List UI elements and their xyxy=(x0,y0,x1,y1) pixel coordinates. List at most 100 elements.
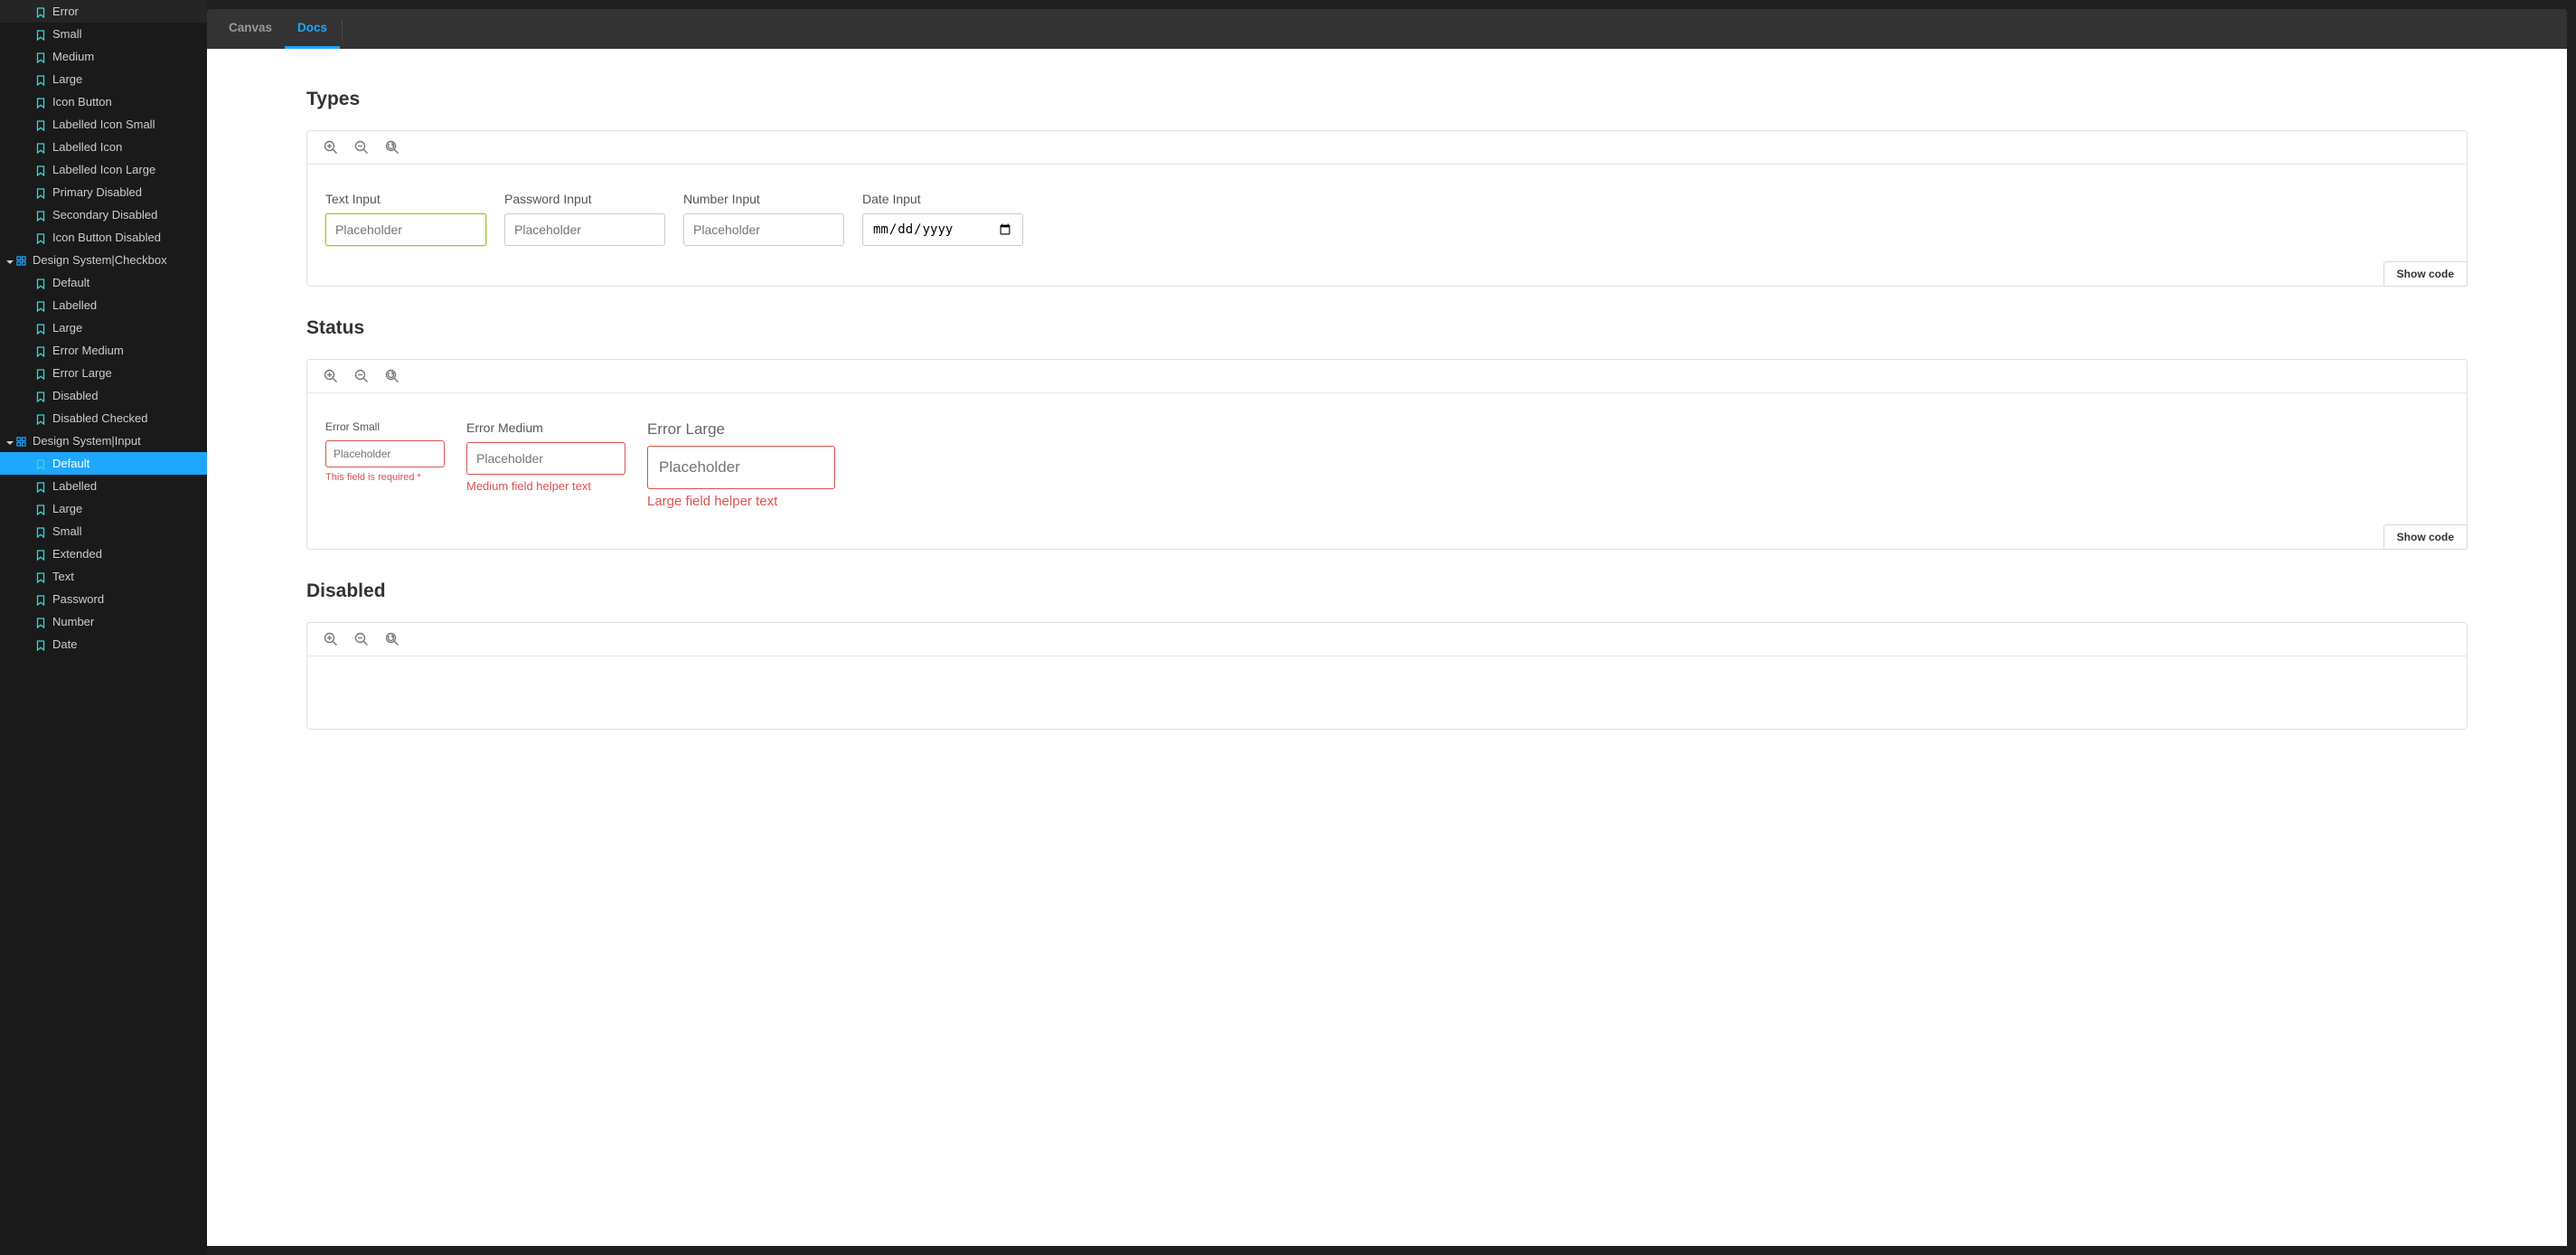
preview-card-types: Text Input Password Input Number Input D… xyxy=(306,130,2468,287)
zoom-out-icon[interactable] xyxy=(354,140,369,155)
sidebar-item[interactable]: Disabled xyxy=(0,384,207,407)
sidebar-item-label: Number xyxy=(52,615,94,628)
sidebar-item-label: Error xyxy=(52,5,79,18)
sidebar-item-label: Date xyxy=(52,637,77,651)
sidebar-item[interactable]: Error Large xyxy=(0,362,207,384)
sidebar-item[interactable]: Disabled Checked xyxy=(0,407,207,429)
zoom-in-icon[interactable] xyxy=(324,140,338,155)
sidebar-item-label: Default xyxy=(52,457,89,470)
story-icon xyxy=(36,30,45,39)
tab-canvas[interactable]: Canvas xyxy=(216,9,285,49)
sidebar-item[interactable]: Secondary Disabled xyxy=(0,203,207,226)
section-title-disabled: Disabled xyxy=(306,580,2468,602)
sidebar-item-label: Labelled xyxy=(52,479,97,493)
story-icon xyxy=(36,233,45,242)
sidebar-group-input[interactable]: Design System|Input xyxy=(0,429,207,452)
zoom-out-icon[interactable] xyxy=(354,369,369,383)
field-label: Number Input xyxy=(683,192,844,206)
sidebar-item-label: Secondary Disabled xyxy=(52,208,157,222)
story-icon xyxy=(36,414,45,423)
sidebar-item[interactable]: Small xyxy=(0,23,207,45)
component-icon xyxy=(16,436,26,446)
sidebar-item-label: Large xyxy=(52,72,82,86)
sidebar-item[interactable]: Default xyxy=(0,452,207,475)
sidebar-item-label: Labelled xyxy=(52,298,97,312)
preview-body: Text Input Password Input Number Input D… xyxy=(307,165,2467,286)
story-icon xyxy=(36,459,45,468)
sidebar-item[interactable]: Primary Disabled xyxy=(0,181,207,203)
error-medium-input[interactable] xyxy=(466,442,625,475)
story-icon xyxy=(36,301,45,310)
story-icon xyxy=(36,618,45,627)
preview-card-status: Error Small This field is required * Err… xyxy=(306,359,2468,550)
field-label: Password Input xyxy=(504,192,665,206)
number-input[interactable] xyxy=(683,213,844,246)
story-icon xyxy=(36,572,45,581)
sidebar-item[interactable]: Number xyxy=(0,610,207,633)
show-code-button[interactable]: Show code xyxy=(2383,261,2468,287)
story-icon xyxy=(36,211,45,220)
sidebar-item[interactable]: Labelled xyxy=(0,294,207,316)
sidebar-item[interactable]: Icon Button Disabled xyxy=(0,226,207,249)
error-small-input[interactable] xyxy=(325,440,445,467)
tab-docs[interactable]: Docs xyxy=(285,9,340,49)
error-large-input[interactable] xyxy=(647,446,835,489)
sidebar-item[interactable]: Text xyxy=(0,565,207,588)
date-input[interactable] xyxy=(862,213,1023,246)
sidebar-item[interactable]: Error xyxy=(0,0,207,23)
sidebar-item[interactable]: Medium xyxy=(0,45,207,68)
sidebar-top-list: ErrorSmallMediumLargeIcon ButtonLabelled… xyxy=(0,0,207,249)
password-input[interactable] xyxy=(504,213,665,246)
show-code-button[interactable]: Show code xyxy=(2383,524,2468,550)
sidebar-item-label: Medium xyxy=(52,50,94,63)
sidebar-item-label: Extended xyxy=(52,547,102,561)
story-icon xyxy=(36,527,45,536)
sidebar-item[interactable]: Labelled Icon Large xyxy=(0,158,207,181)
sidebar-item[interactable]: Default xyxy=(0,271,207,294)
sidebar-group-checkbox[interactable]: Design System|Checkbox xyxy=(0,249,207,271)
zoom-reset-icon[interactable] xyxy=(385,632,400,646)
sidebar-group-label: Design System|Checkbox xyxy=(33,253,167,267)
preview-card-disabled xyxy=(306,622,2468,730)
zoom-out-icon[interactable] xyxy=(354,632,369,646)
sidebar-item[interactable]: Password xyxy=(0,588,207,610)
story-icon xyxy=(36,392,45,401)
sidebar-item[interactable]: Large xyxy=(0,68,207,90)
zoom-reset-icon[interactable] xyxy=(385,369,400,383)
sidebar-item-label: Error Large xyxy=(52,366,112,380)
story-icon xyxy=(36,640,45,649)
field-label: Error Medium xyxy=(466,420,625,435)
caret-down-icon xyxy=(5,437,14,446)
sidebar-item[interactable]: Labelled Icon xyxy=(0,136,207,158)
sidebar-item[interactable]: Icon Button xyxy=(0,90,207,113)
sidebar-item[interactable]: Error Medium xyxy=(0,339,207,362)
sidebar-item[interactable]: Date xyxy=(0,633,207,656)
sidebar-item[interactable]: Extended xyxy=(0,543,207,565)
sidebar-item-label: Small xyxy=(52,27,82,41)
sidebar-item[interactable]: Large xyxy=(0,316,207,339)
sidebar-item-label: Labelled Icon Large xyxy=(52,163,155,176)
docs-content[interactable]: Types Text Input Password Input xyxy=(207,49,2567,1246)
sidebar-input-list: Default Labelled Large Small Extended Text Pas… xyxy=(0,452,207,656)
zoom-in-icon[interactable] xyxy=(324,632,338,646)
sidebar-item-label: Large xyxy=(52,502,82,515)
text-input[interactable] xyxy=(325,213,486,246)
sidebar-item[interactable]: Labelled Icon Small xyxy=(0,113,207,136)
story-icon xyxy=(36,346,45,355)
helper-text: Large field helper text xyxy=(647,494,835,509)
story-icon xyxy=(36,595,45,604)
sidebar-item[interactable]: Large xyxy=(0,497,207,520)
sidebar-item[interactable]: Labelled xyxy=(0,475,207,497)
zoom-in-icon[interactable] xyxy=(324,369,338,383)
sidebar-item-label: Large xyxy=(52,321,82,335)
sidebar-item-label: Labelled Icon xyxy=(52,140,122,154)
zoom-reset-icon[interactable] xyxy=(385,140,400,155)
story-icon xyxy=(36,143,45,152)
story-icon xyxy=(36,324,45,333)
caret-down-icon xyxy=(5,256,14,265)
sidebar-item[interactable]: Small xyxy=(0,520,207,543)
sidebar: ErrorSmallMediumLargeIcon ButtonLabelled… xyxy=(0,0,207,1255)
sidebar-item-label: Password xyxy=(52,592,104,606)
field-label: Error Large xyxy=(647,420,835,439)
sidebar-item-label: Text xyxy=(52,570,74,583)
